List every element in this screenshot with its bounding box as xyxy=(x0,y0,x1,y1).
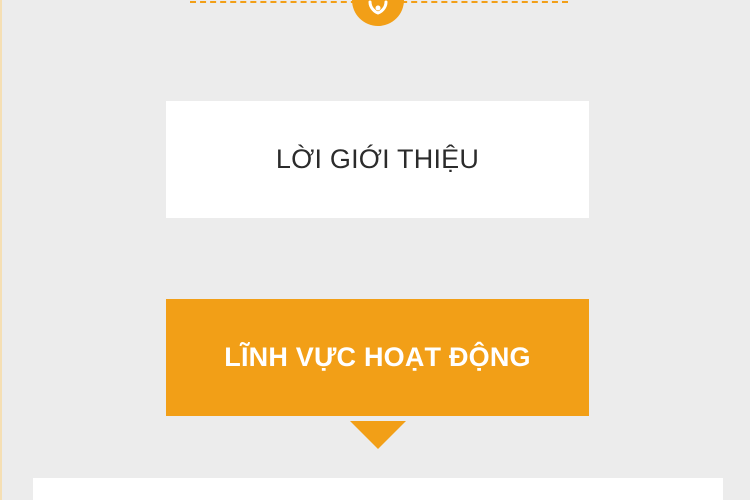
page: LỜI GIỚI THIỆU LĨNH VỰC HOẠT ĐỘNG xyxy=(0,0,750,500)
flower-icon xyxy=(368,0,388,15)
tab-fields-of-activity-label: LĨNH VỰC HOẠT ĐỘNG xyxy=(224,342,531,372)
tab-fields-of-activity[interactable]: LĨNH VỰC HOẠT ĐỘNG xyxy=(166,299,589,416)
tab-introduction[interactable]: LỜI GIỚI THIỆU xyxy=(166,101,589,218)
divider-badge xyxy=(352,0,404,26)
triangle-down-icon xyxy=(350,421,406,449)
tab-introduction-label: LỜI GIỚI THIỆU xyxy=(275,144,480,174)
tab-content-panel xyxy=(33,478,723,500)
